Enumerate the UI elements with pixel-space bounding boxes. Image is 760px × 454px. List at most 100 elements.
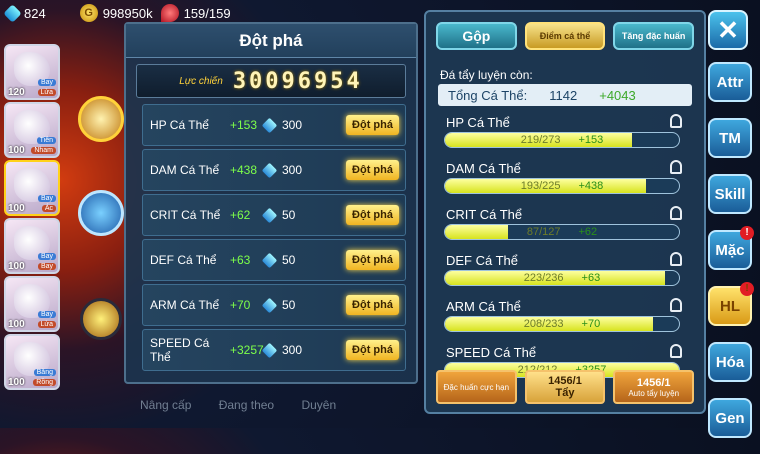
breakthrough-row: HP Cá Thể +153 300 Đột phá	[142, 104, 406, 146]
slot-level: 100	[8, 203, 25, 214]
gold-count: 998950k	[102, 5, 153, 21]
team-list: 120 Bay Lửa 100 Tiên Nham 100 Bay Ác 100…	[4, 44, 66, 392]
stat-plus: +153	[578, 134, 604, 146]
stat-progress: 193/225 +438	[444, 178, 680, 194]
lock-orb-icon[interactable]	[78, 190, 124, 236]
row-stat-name: DEF Cá Thể	[150, 253, 217, 267]
panel-tabs: Gộp Điểm cá thể Tăng đặc huấn	[426, 12, 704, 50]
individual-points-panel: Gộp Điểm cá thể Tăng đặc huấn Đá tẩy luy…	[424, 10, 706, 414]
diamond-icon	[261, 297, 278, 313]
team-slot[interactable]: 100 Bay Ác	[4, 160, 60, 216]
stat-progress: 208/233 +70	[444, 316, 680, 332]
side-tab-label: Mặc	[715, 241, 745, 259]
row-stat-name: DAM Cá Thể	[150, 163, 220, 177]
tab-special-training[interactable]: Tăng đặc huấn	[613, 22, 695, 50]
type-tag: Bay	[37, 311, 56, 318]
row-cost-value: 50	[282, 298, 296, 312]
side-tab-label: HL	[720, 297, 740, 315]
row-plus: +62	[230, 208, 251, 222]
row-cost-value: 300	[282, 163, 303, 177]
spirit-orb[interactable]	[80, 298, 122, 340]
wash-button[interactable]: 1456/1 Tẩy	[524, 370, 606, 404]
nav-upgrade[interactable]: Nâng cấp	[140, 398, 191, 412]
stat-bar-text: 223/236 +63	[445, 272, 679, 284]
lock-icon[interactable]	[670, 252, 682, 266]
type-tag: Ác	[41, 205, 56, 212]
total-plus: +4043	[599, 87, 636, 103]
breakthrough-row: ARM Cá Thể +70 50 Đột phá	[142, 284, 406, 326]
team-slot[interactable]: 100 Băng Rồng	[4, 334, 60, 390]
lock-icon[interactable]	[670, 160, 682, 174]
nav-following[interactable]: Đang theo	[219, 398, 274, 412]
row-plus: +63	[230, 253, 251, 267]
breakthrough-row: CRIT Cá Thể +62 50 Đột phá	[142, 194, 406, 236]
side-tab-0[interactable]: Attr	[708, 62, 752, 102]
team-slot[interactable]: 120 Bay Lửa	[4, 44, 60, 100]
side-tab-3[interactable]: Mặc!	[708, 226, 754, 270]
tab-individual-points[interactable]: Điểm cá thể	[524, 22, 606, 50]
type-tag: Nham	[31, 147, 56, 154]
lock-icon[interactable]	[670, 344, 682, 358]
stamina-icon	[160, 4, 179, 22]
stones-heading: Đá tẩy luyện còn:	[440, 68, 533, 82]
breakthrough-button[interactable]: Đột phá	[346, 115, 399, 135]
extreme-training-button[interactable]: Đặc huấn cực hạn	[436, 370, 517, 404]
side-tab-label: Hóa	[715, 353, 745, 371]
total-individual: Tổng Cá Thể: 1142 +4043	[438, 84, 692, 106]
team-slot[interactable]: 100 Bay Lửa	[4, 276, 60, 332]
gem-resource: 824	[3, 3, 46, 23]
bottom-nav: Nâng cấp Đang theo Duyên	[140, 398, 360, 412]
wash-count: 1456/1	[548, 375, 582, 387]
side-tab-label: Gen	[715, 409, 745, 427]
side-tab-2[interactable]: Skill	[708, 174, 752, 214]
breakthrough-button[interactable]: Đột phá	[346, 205, 399, 225]
close-icon[interactable]: ✕	[708, 10, 748, 50]
tab-merge[interactable]: Gộp	[436, 22, 517, 50]
team-slot[interactable]: 100 Tiên Nham	[4, 102, 60, 158]
side-menu: ✕ Attr TM Skill Mặc! HL! Hóa Gen	[708, 10, 754, 454]
side-tab-4[interactable]: HL!	[708, 282, 754, 326]
stat-bar-text: 87/127 +62	[445, 226, 679, 238]
row-plus: +70	[230, 298, 251, 312]
slot-level: 100	[8, 145, 25, 156]
gold-coin-icon: G	[79, 4, 98, 22]
side-tab-6[interactable]: Gen	[708, 398, 752, 438]
type-tag: Lửa	[37, 89, 56, 96]
auto-wash-label: Auto tẩy luyện	[628, 388, 680, 398]
diamond-icon	[261, 252, 278, 268]
lock-icon[interactable]	[670, 114, 682, 128]
character-orb-1[interactable]	[78, 96, 124, 142]
stat-progress: 219/273 +153	[444, 132, 680, 148]
stat-bar-row: CRIT Cá Thể 87/127 +62	[444, 206, 692, 244]
breakthrough-button[interactable]: Đột phá	[346, 295, 399, 315]
breakthrough-button[interactable]: Đột phá	[346, 160, 399, 180]
lock-icon[interactable]	[670, 206, 682, 220]
breakthrough-button[interactable]: Đột phá	[346, 250, 399, 270]
alert-badge-icon: !	[740, 282, 754, 296]
slot-level: 100	[8, 377, 25, 388]
type-tag: Tiên	[36, 137, 56, 144]
type-tag: Băng	[33, 369, 56, 376]
row-cost: 50	[261, 297, 334, 313]
side-tabs: Attr TM Skill Mặc! HL! Hóa Gen	[708, 62, 754, 438]
nav-bond[interactable]: Duyên	[301, 398, 336, 412]
slot-level: 120	[8, 87, 25, 98]
breakthrough-button[interactable]: Đột phá	[346, 340, 399, 360]
stat-name: DEF Cá Thể	[446, 253, 519, 268]
lock-icon[interactable]	[670, 298, 682, 312]
stat-name: SPEED Cá Thể	[446, 345, 537, 360]
row-plus: +153	[230, 118, 258, 132]
row-cost-value: 50	[282, 253, 296, 267]
stamina-count: 159/159	[183, 5, 231, 21]
side-tab-1[interactable]: TM	[708, 118, 752, 158]
row-plus: +438	[230, 163, 258, 177]
gold-resource: G 998950k	[79, 4, 153, 22]
breakthrough-row: DEF Cá Thể +63 50 Đột phá	[142, 239, 406, 281]
stat-value: 208/233	[523, 318, 564, 330]
team-slot[interactable]: 100 Bay Bay	[4, 218, 60, 274]
diamond-icon	[261, 162, 278, 178]
side-tab-5[interactable]: Hóa	[708, 342, 752, 382]
gem-icon	[3, 3, 22, 23]
slot-level: 100	[8, 261, 25, 272]
auto-wash-button[interactable]: 1456/1 Auto tẩy luyện	[613, 370, 695, 404]
